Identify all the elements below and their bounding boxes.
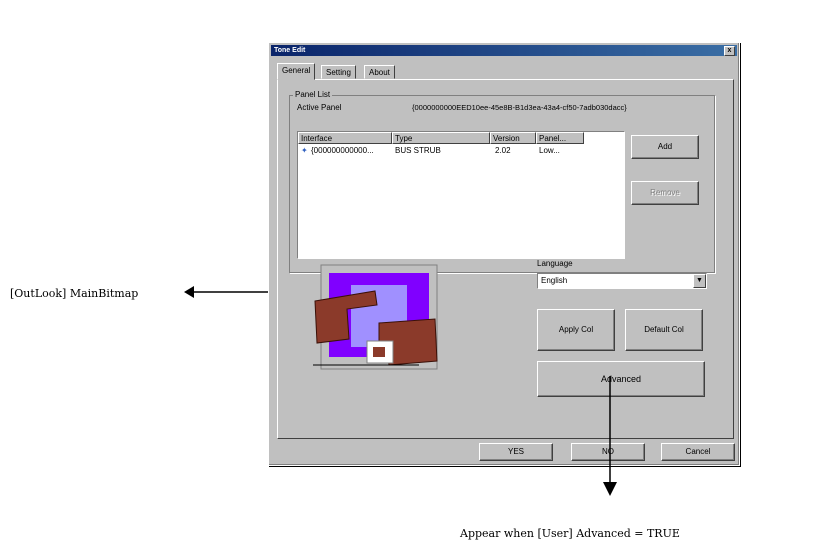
row-interface: {000000000000... — [311, 146, 374, 155]
tab-about[interactable]: About — [364, 65, 395, 79]
interface-icon: ✦ — [301, 146, 308, 155]
tone-edit-dialog: Tone Edit x General Setting About Panel … — [268, 42, 740, 466]
close-button[interactable]: x — [724, 46, 735, 56]
main-bitmap-image — [313, 264, 438, 370]
dialog-title: Tone Edit — [274, 47, 306, 54]
remove-button[interactable]: Remove — [631, 181, 699, 205]
advanced-button[interactable]: Advanced — [537, 361, 705, 397]
column-header-panel[interactable]: Panel... — [536, 132, 584, 144]
yes-button[interactable]: YES — [479, 443, 553, 461]
annotation-outlook-mainbitmap: [OutLook] MainBitmap — [10, 287, 139, 300]
column-header-type[interactable]: Type — [392, 132, 490, 144]
annotation-arrow-down — [603, 376, 617, 496]
chevron-down-icon[interactable]: ▼ — [693, 274, 706, 288]
language-value: English — [541, 276, 568, 285]
tab-setting[interactable]: Setting — [321, 65, 356, 79]
dialog-titlebar: Tone Edit x — [271, 45, 737, 56]
active-panel-label: Active Panel — [297, 103, 342, 112]
row-version: 2.02 — [495, 146, 511, 155]
annotation-advanced-true: Appear when [User] Advanced = TRUE — [460, 527, 680, 540]
row-type: BUS STRUB — [395, 146, 441, 155]
row-panel: Low... — [539, 146, 560, 155]
column-header-interface[interactable]: Interface — [298, 132, 392, 144]
apply-color-button[interactable]: Apply Col — [537, 309, 615, 351]
language-select[interactable]: English ▼ — [537, 273, 707, 289]
active-panel-value: {0000000000EED10ee-45e8B-B1d3ea-43a4-cf5… — [412, 103, 627, 112]
column-header-version[interactable]: Version — [490, 132, 536, 144]
interface-list[interactable]: Interface Type Version Panel... ✦ {00000… — [297, 131, 625, 259]
cancel-button[interactable]: Cancel — [661, 443, 735, 461]
table-row[interactable]: ✦ {000000000000... BUS STRUB 2.02 Low... — [299, 145, 599, 156]
add-button[interactable]: Add — [631, 135, 699, 159]
language-label: Language — [537, 259, 573, 268]
tab-general[interactable]: General — [277, 63, 316, 80]
panel-list-group-title: Panel List — [293, 90, 333, 99]
default-color-button[interactable]: Default Col — [625, 309, 703, 351]
